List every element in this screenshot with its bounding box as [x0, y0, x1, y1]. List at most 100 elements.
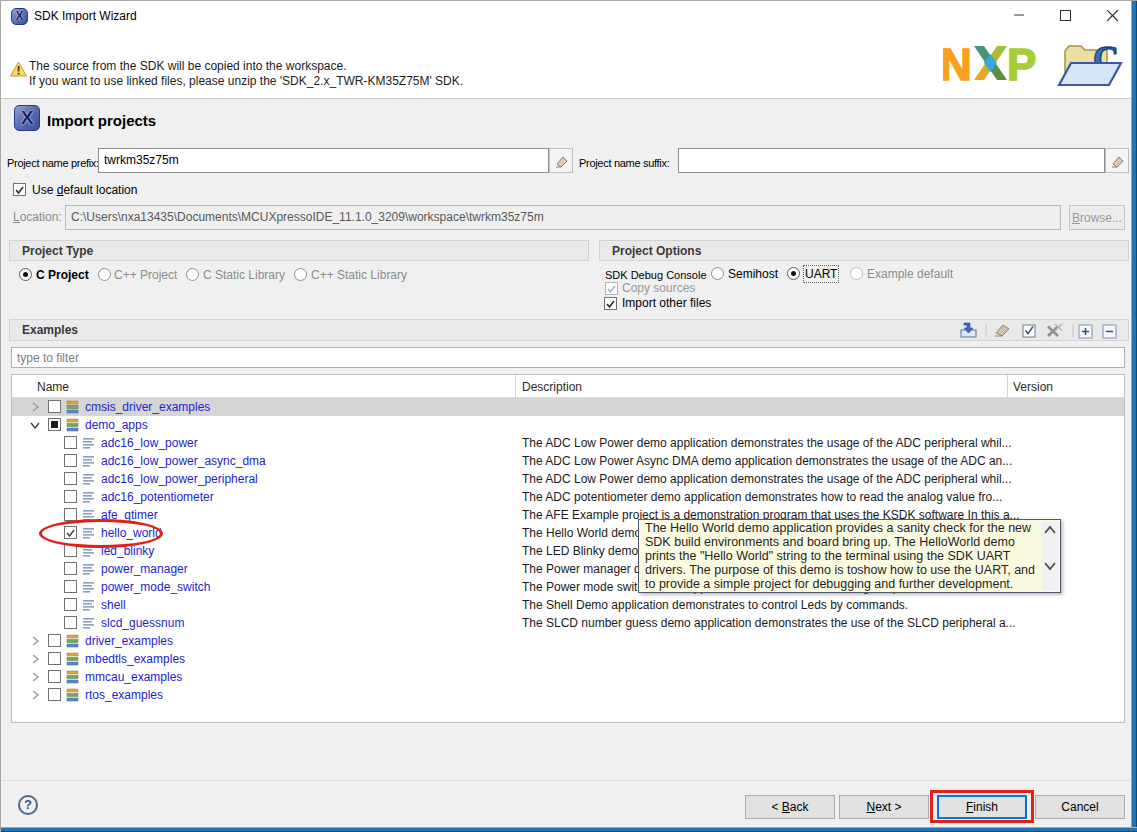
- footer-separator: [1, 780, 1137, 781]
- banner-message-line1: The source from the SDK will be copied i…: [29, 59, 346, 73]
- example-name[interactable]: driver_examples: [85, 634, 173, 648]
- example-name[interactable]: adc16_low_power_peripheral: [101, 472, 258, 486]
- example-checkbox-cmsis_driver_examples[interactable]: [48, 400, 61, 413]
- use-default-location-checkbox[interactable]: [13, 183, 26, 196]
- project-type-radio-c-static-library[interactable]: [186, 268, 199, 281]
- example-checkbox-power_mode_switch[interactable]: [64, 580, 77, 593]
- sdk-debug-console-radio-semihost[interactable]: [711, 267, 724, 280]
- example-name[interactable]: mmcau_examples: [85, 670, 182, 684]
- example-row-adc16_low_power_peripheral[interactable]: adc16_low_power_peripheral The ADC Low Po…: [12, 470, 1124, 488]
- example-name[interactable]: slcd_guessnum: [101, 616, 184, 630]
- example-row-driver_examples[interactable]: driver_examples: [12, 632, 1124, 650]
- example-checkbox-slcd_guessnum[interactable]: [64, 616, 77, 629]
- back-button[interactable]: < Back: [745, 795, 835, 819]
- example-name[interactable]: adc16_low_power_async_dma: [101, 454, 266, 468]
- example-row-rtos_examples[interactable]: rtos_examples: [12, 686, 1124, 704]
- column-version[interactable]: Version: [1013, 380, 1053, 394]
- example-description: The SLCD number guess demo application d…: [522, 616, 1122, 630]
- category-icon: [66, 634, 79, 648]
- hello-world-tooltip: The Hello World demo application provide…: [638, 519, 1061, 593]
- example-checkbox-mmcau_examples[interactable]: [48, 670, 61, 683]
- example-description: The ADC Low Power demo application demon…: [522, 472, 1122, 486]
- example-name[interactable]: adc16_low_power: [101, 436, 198, 450]
- expand-arrow-icon[interactable]: [30, 653, 40, 667]
- clear-suffix-button[interactable]: [1105, 148, 1129, 173]
- sdk-debug-console-radio-label: Example default: [867, 267, 953, 281]
- example-checkbox-adc16_low_power_async_dma[interactable]: [64, 454, 77, 467]
- project-name-prefix-input[interactable]: twrkm35z75m: [98, 148, 549, 173]
- example-name[interactable]: power_manager: [101, 562, 188, 576]
- browse-button[interactable]: Browse...: [1069, 205, 1125, 230]
- location-field: C:\Users\nxa13435\Documents\MCUXpressoID…: [65, 205, 1061, 230]
- example-icon: [82, 580, 95, 594]
- window-edge-bottom: [1, 827, 1137, 832]
- example-name[interactable]: power_mode_switch: [101, 580, 210, 594]
- example-row-adc16_potentiometer[interactable]: adc16_potentiometerThe ADC potentiometer…: [12, 488, 1124, 506]
- examples-toolbar: [959, 321, 1125, 340]
- example-icon: [82, 616, 95, 630]
- example-icon: [82, 436, 95, 450]
- example-checkbox-rtos_examples[interactable]: [48, 688, 61, 701]
- category-icon: [66, 418, 79, 432]
- title-bar: X SDK Import Wizard: [1, 1, 1137, 31]
- example-name[interactable]: cmsis_driver_examples: [85, 400, 210, 414]
- help-button[interactable]: ?: [18, 795, 38, 815]
- maximize-button[interactable]: [1048, 1, 1082, 29]
- example-checkbox-demo_apps[interactable]: [48, 418, 61, 431]
- example-name[interactable]: demo_apps: [85, 418, 148, 432]
- example-row-shell[interactable]: shellThe Shell Demo application demonstr…: [12, 596, 1124, 614]
- example-icon: [82, 598, 95, 612]
- example-checkbox-power_manager[interactable]: [64, 562, 77, 575]
- filter-input[interactable]: type to filter: [11, 347, 1125, 368]
- expand-arrow-icon[interactable]: [30, 401, 40, 415]
- example-checkbox-adc16_low_power_peripheral[interactable]: [64, 472, 77, 485]
- example-row-cmsis_driver_examples[interactable]: cmsis_driver_examples: [12, 398, 1124, 416]
- expand-arrow-icon[interactable]: [30, 689, 40, 703]
- example-row-adc16_low_power[interactable]: adc16_low_powerThe ADC Low Power demo ap…: [12, 434, 1124, 452]
- project-type-radio-c-project[interactable]: [98, 268, 111, 281]
- example-row-adc16_low_power_async_dma[interactable]: adc16_low_power_async_dmaThe ADC Low Pow…: [12, 452, 1124, 470]
- use-default-location-label: Use default location: [32, 183, 137, 197]
- expand-all-icon: [1079, 325, 1092, 338]
- expand-arrow-icon[interactable]: [30, 671, 40, 685]
- example-checkbox-mbedtls_examples[interactable]: [48, 652, 61, 665]
- example-icon: [82, 454, 95, 468]
- sdk-debug-console-radio-uart[interactable]: [787, 267, 800, 280]
- example-row-demo_apps[interactable]: demo_apps: [12, 416, 1124, 434]
- clear-prefix-button[interactable]: [549, 148, 573, 173]
- example-checkbox-afe_qtimer[interactable]: [64, 508, 77, 521]
- project-type-radio-c-static-library[interactable]: [294, 268, 307, 281]
- finish-button[interactable]: Finish: [937, 795, 1027, 819]
- example-checkbox-adc16_potentiometer[interactable]: [64, 490, 77, 503]
- cancel-button[interactable]: Cancel: [1035, 795, 1125, 819]
- svg-text:N: N: [943, 43, 972, 85]
- project-type-label: C++ Project: [114, 268, 177, 282]
- example-name[interactable]: mbedtls_examples: [85, 652, 185, 666]
- example-checkbox-adc16_low_power[interactable]: [64, 436, 77, 449]
- expand-arrow-icon[interactable]: [30, 635, 40, 649]
- tooltip-scrollbar[interactable]: [1041, 521, 1059, 591]
- copy-sources-checkbox[interactable]: [605, 282, 618, 295]
- column-name[interactable]: Name: [37, 380, 69, 394]
- example-checkbox-shell[interactable]: [64, 598, 77, 611]
- example-name[interactable]: rtos_examples: [85, 688, 163, 702]
- nxp-logo: N P: [943, 43, 1047, 85]
- sdk-debug-console-label: SDK Debug Console: [605, 269, 707, 281]
- example-row-slcd_guessnum[interactable]: slcd_guessnum The SLCD number guess demo …: [12, 614, 1124, 632]
- next-button[interactable]: Next >: [839, 795, 929, 819]
- example-row-mbedtls_examples[interactable]: mbedtls_examples: [12, 650, 1124, 668]
- example-name[interactable]: shell: [101, 598, 126, 612]
- example-row-mmcau_examples[interactable]: mmcau_examples: [12, 668, 1124, 686]
- project-name-suffix-input[interactable]: [678, 148, 1105, 173]
- collapse-arrow-icon[interactable]: [30, 419, 40, 433]
- minimize-button[interactable]: [1002, 1, 1036, 29]
- project-type-radio-c-project[interactable]: [19, 268, 32, 281]
- close-button[interactable]: [1096, 1, 1130, 29]
- sdk-debug-console-radio-example-default[interactable]: [850, 267, 863, 280]
- clear-filter-icon: [995, 325, 1009, 336]
- import-other-files-checkbox[interactable]: [604, 297, 617, 310]
- example-checkbox-driver_examples[interactable]: [48, 634, 61, 647]
- example-name[interactable]: adc16_potentiometer: [101, 490, 214, 504]
- column-description[interactable]: Description: [522, 380, 582, 394]
- project-type-group-header: Project Type: [9, 240, 589, 261]
